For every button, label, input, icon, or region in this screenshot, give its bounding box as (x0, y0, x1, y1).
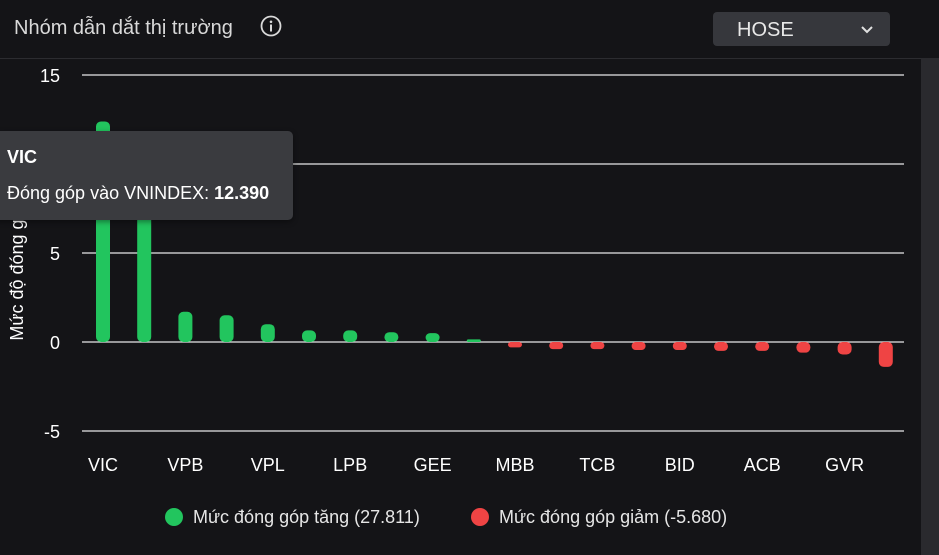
bar-decrease-10[interactable] (508, 342, 522, 348)
x-tick-label: VIC (88, 455, 118, 475)
tooltip-content: Đóng góp vào VNINDEX: 12.390 (7, 183, 269, 204)
tooltip-label: Đóng góp vào VNINDEX: (7, 183, 210, 203)
bar-increase-3[interactable] (219, 315, 234, 342)
bar-decrease-18[interactable] (837, 342, 852, 355)
x-tick-label: BID (665, 455, 695, 475)
bar-decrease-11[interactable] (549, 342, 564, 350)
bar-decrease-15[interactable] (714, 342, 728, 351)
bar-decrease-13[interactable] (631, 342, 646, 351)
bar-increase-9[interactable] (466, 339, 481, 342)
x-tick-label: GEE (414, 455, 452, 475)
bar-decrease-16[interactable] (755, 342, 770, 351)
bar-decrease-19[interactable] (878, 342, 893, 367)
bar-increase-8[interactable] (425, 333, 440, 342)
bar-increase-5[interactable] (302, 330, 316, 342)
x-axis-ticks: VIC VPB VPL LPB GEE MBB TCB BID ACB GVR (88, 455, 864, 475)
y-axis-ticks: 15 5 0 -5 (40, 66, 60, 442)
legend-decrease-marker (471, 508, 489, 526)
y-tick-label: 5 (50, 244, 60, 264)
legend-increase-label: Mức đóng góp tăng (27.811) (193, 507, 420, 527)
contribution-bar-chart: 15 5 0 -5 VIC VPB VPL LPB GEE MBB TCB BID ACB GVR Mứ… (7, 66, 904, 475)
tooltip-title: VIC (7, 147, 38, 167)
x-tick-label: VPL (251, 455, 285, 475)
x-tick-label: VPB (167, 455, 203, 475)
tooltip-value: 12.390 (214, 183, 270, 203)
y-axis-label: Mức độ đóng góp (7, 199, 27, 340)
y-tick-label: 0 (50, 333, 60, 353)
bar-decrease-14[interactable] (672, 342, 687, 351)
bar-decrease-17[interactable] (796, 342, 811, 353)
bar-increase-4[interactable] (260, 324, 275, 342)
bar-increase-2[interactable] (178, 311, 193, 342)
x-tick-label: TCB (579, 455, 615, 475)
legend-decrease-label: Mức đóng góp giảm (-5.680) (499, 507, 728, 527)
bar-increase-7[interactable] (384, 332, 399, 342)
bar-tooltip: VIC Đóng góp vào VNINDEX: 12.390 (0, 131, 293, 220)
chart-legend: Mức đóng góp tăng (27.811) Mức đóng góp … (0, 506, 921, 530)
x-tick-label: MBB (495, 455, 534, 475)
bar-decrease-12[interactable] (590, 342, 605, 350)
scrollbar-track[interactable] (921, 0, 939, 555)
scrollbar-thumb[interactable] (921, 0, 939, 58)
x-tick-label: LPB (333, 455, 367, 475)
x-tick-label: ACB (744, 455, 781, 475)
grid-lines (82, 74, 904, 432)
y-tick-label: -5 (44, 422, 60, 442)
x-tick-label: GVR (825, 455, 864, 475)
legend-increase-marker (165, 508, 183, 526)
y-tick-label: 15 (40, 66, 60, 86)
bar-increase-6[interactable] (343, 330, 358, 342)
